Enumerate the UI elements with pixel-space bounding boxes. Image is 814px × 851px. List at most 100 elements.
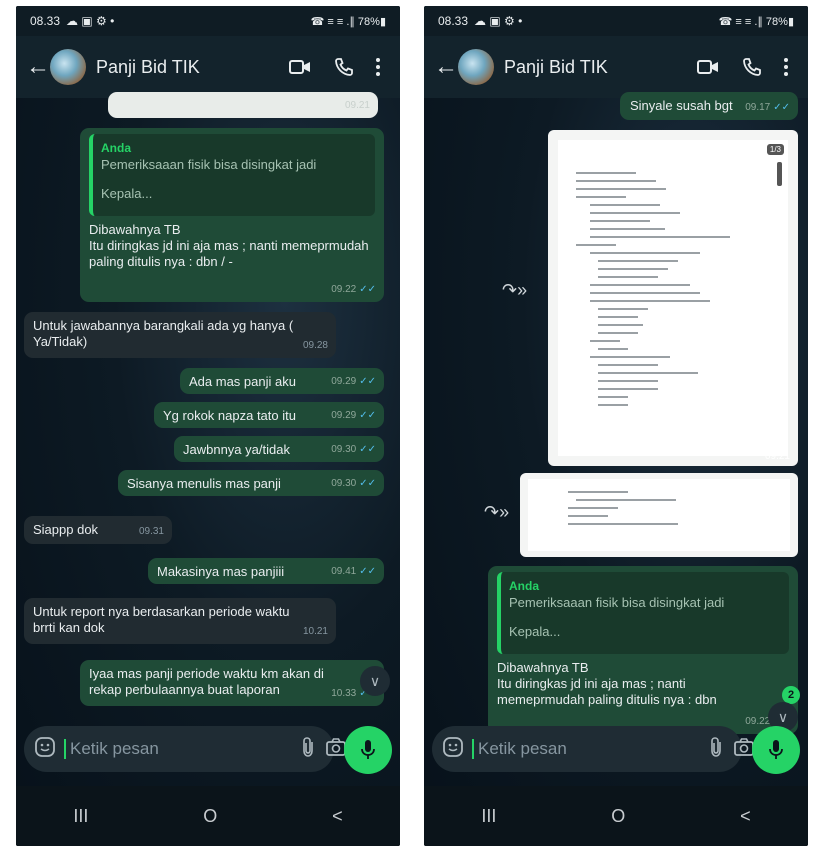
composer (432, 726, 800, 774)
message-time: 09.28 (302, 340, 328, 351)
status-bar: 08.33 ☁ ▣ ⚙ • ☎ ≡ ≡ .∥ 78%▮ (424, 6, 808, 36)
quoted-text: Pemeriksaaan fisik bisa disingkat jadi (509, 595, 725, 610)
quoted-author: Anda (101, 141, 131, 155)
quoted-author: Anda (509, 579, 539, 593)
system-nav-bar: III O < (16, 786, 400, 846)
video-call-icon[interactable] (686, 45, 730, 89)
incoming-message[interactable]: Untuk jawabannya barangkali ada yg hanya… (24, 312, 336, 358)
message-input-box (24, 726, 346, 772)
phone-screen-left: 08.33 ☁ ▣ ⚙ • ☎ ≡ ≡ .∥ 78%▮ ← Panji Bid … (16, 6, 400, 846)
chat-name[interactable]: Panji Bid TIK (504, 57, 686, 78)
quoted-text-2: Kepala... (101, 186, 153, 201)
image-message[interactable]: 09.21 (520, 473, 798, 557)
more-icon[interactable] (774, 45, 798, 89)
outgoing-message[interactable]: Iyaa mas panji periode waktu km akan di … (80, 660, 384, 706)
video-call-icon[interactable] (278, 45, 322, 89)
document-preview: 1/3 (558, 140, 788, 456)
avatar[interactable] (458, 49, 494, 85)
chat-header: ← Panji Bid TIK (16, 36, 400, 98)
message-time: 09.41 ✓✓ (331, 566, 376, 577)
sticker-icon[interactable] (34, 736, 56, 763)
outgoing-message[interactable]: Sisanya menulis mas panji 09.30 ✓✓ (118, 470, 384, 496)
incoming-message[interactable]: Siappp dok 09.31 (24, 516, 172, 544)
back-arrow-icon[interactable]: ← (26, 53, 50, 81)
image-message[interactable]: 1/3 09.21 (548, 130, 798, 466)
attach-icon[interactable] (301, 736, 315, 763)
read-receipt-icon: ✓✓ (359, 478, 376, 489)
sticker-icon[interactable] (442, 736, 464, 763)
message-time: 09.21 (764, 542, 790, 553)
chevron-down-icon[interactable]: ∨ (360, 666, 390, 696)
quoted-message[interactable]: Anda Pemeriksaaan fisik bisa disingkat j… (497, 572, 789, 654)
composer (24, 726, 392, 774)
incoming-message[interactable]: Untuk report nya berdasarkan periode wak… (24, 598, 336, 644)
status-icons: ☁ ▣ ⚙ • (66, 14, 115, 28)
document-lines (568, 485, 728, 525)
status-time: 08.33 (438, 14, 469, 28)
nav-back-button[interactable]: < (740, 806, 751, 827)
read-receipt-icon: ✓✓ (359, 376, 376, 387)
system-nav-bar: III O < (424, 786, 808, 846)
message-time: 10.21 (302, 626, 328, 637)
message-input[interactable] (64, 739, 291, 759)
outgoing-message[interactable]: Jawbnnya ya/tidak 09.30 ✓✓ (174, 436, 384, 462)
forward-icon[interactable]: ↷» (484, 502, 509, 523)
document-lines (576, 166, 746, 406)
read-receipt-icon: ✓✓ (359, 284, 376, 295)
status-right: ☎ ≡ ≡ .∥ 78%▮ (310, 15, 386, 28)
recent-apps-button[interactable]: III (73, 806, 88, 827)
outgoing-message[interactable]: Ada mas panji aku 09.29 ✓✓ (180, 368, 384, 394)
status-bar: 08.33 ☁ ▣ ⚙ • ☎ ≡ ≡ .∥ 78%▮ (16, 6, 400, 36)
status-time: 08.33 (30, 14, 61, 28)
chat-header: ← Panji Bid TIK (424, 36, 808, 98)
outgoing-message[interactable]: Makasinya mas panjiii 09.41 ✓✓ (148, 558, 384, 584)
quoted-text-2: Kepala... (509, 624, 561, 639)
document-scrollbar (777, 162, 782, 186)
recent-apps-button[interactable]: III (481, 806, 496, 827)
message-text: Dibawahnya TB Itu diringkas jd ini aja m… (89, 222, 369, 269)
outgoing-message[interactable]: Yg rokok napza tato itu 09.29 ✓✓ (154, 402, 384, 428)
message-text: Dibawahnya TB Itu diringkas jd ini aja m… (497, 660, 717, 707)
read-receipt-icon: ✓✓ (359, 566, 376, 577)
message-time: 09.21 (764, 451, 790, 462)
nav-back-button[interactable]: < (332, 806, 343, 827)
message-time: 09.30 ✓✓ (331, 478, 376, 489)
message-time: 09.29 ✓✓ (331, 376, 376, 387)
quoted-text: Pemeriksaaan fisik bisa disingkat jadi (101, 157, 317, 172)
read-receipt-icon: ✓✓ (359, 410, 376, 421)
message-input[interactable] (472, 739, 699, 759)
forward-icon[interactable]: ↷» (502, 280, 527, 301)
home-button[interactable]: O (203, 806, 217, 827)
phone-screen-right: 08.33 ☁ ▣ ⚙ • ☎ ≡ ≡ .∥ 78%▮ ← Panji Bid … (424, 6, 808, 846)
mic-button[interactable] (752, 726, 800, 774)
message-bubble[interactable]: 09.21 (108, 92, 378, 118)
message-text: Untuk jawabannya barangkali ada yg hanya… (33, 318, 294, 349)
message-time: 09.21 (344, 100, 370, 111)
message-time: 09.31 (138, 526, 164, 537)
status-icons: ☁ ▣ ⚙ • (474, 14, 523, 28)
page-indicator: 1/3 (766, 144, 784, 155)
more-icon[interactable] (366, 45, 390, 89)
attach-icon[interactable] (709, 736, 723, 763)
chat-name[interactable]: Panji Bid TIK (96, 57, 278, 78)
back-arrow-icon[interactable]: ← (434, 53, 458, 81)
reply-message-bubble[interactable]: Anda Pemeriksaaan fisik bisa disingkat j… (488, 566, 798, 734)
message-text: Sinyale susah bgt (630, 98, 733, 113)
home-button[interactable]: O (611, 806, 625, 827)
mic-icon (361, 740, 375, 759)
quoted-message[interactable]: Anda Pemeriksaaan fisik bisa disingkat j… (89, 134, 375, 216)
avatar[interactable] (50, 49, 86, 85)
message-bubble[interactable]: Sinyale susah bgt 09.17 ✓✓ (620, 92, 798, 120)
reply-message-bubble[interactable]: Anda Pemeriksaaan fisik bisa disingkat j… (80, 128, 384, 302)
message-time: 09.30 ✓✓ (331, 444, 376, 455)
message-input-box (432, 726, 754, 772)
message-text: Untuk report nya berdasarkan periode wak… (33, 604, 290, 635)
read-receipt-icon: ✓✓ (773, 102, 790, 113)
phone-icon[interactable] (322, 45, 366, 89)
document-preview (528, 479, 790, 551)
status-right: ☎ ≡ ≡ .∥ 78%▮ (718, 15, 794, 28)
message-time: 09.29 ✓✓ (331, 410, 376, 421)
mic-button[interactable] (344, 726, 392, 774)
message-time: 09.17 ✓✓ (745, 102, 790, 113)
phone-icon[interactable] (730, 45, 774, 89)
